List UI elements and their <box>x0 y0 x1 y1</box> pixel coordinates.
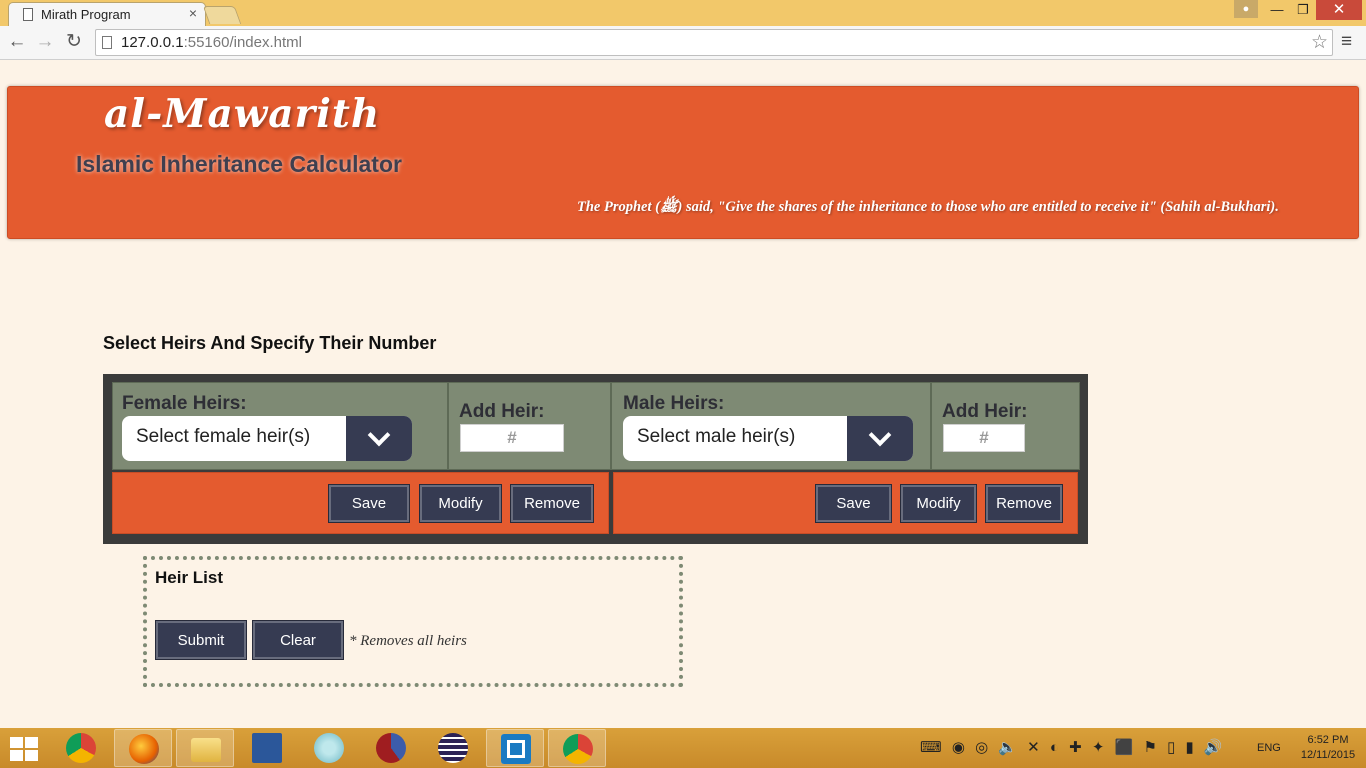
female-remove-button[interactable]: Remove <box>510 484 594 523</box>
male-actions-row: Save Modify Remove <box>613 472 1078 534</box>
male-heirs-label: Male Heirs: <box>623 393 725 414</box>
section-title: Select Heirs And Specify Their Number <box>103 333 437 353</box>
heir-list-box: Heir List Submit Clear * Removes all hei… <box>143 556 683 687</box>
language-indicator[interactable]: ENG <box>1257 742 1281 754</box>
bookmark-star-icon[interactable]: ☆ <box>1311 31 1328 54</box>
browser-titlebar: Mirath Program × ● — ❐ ✕ <box>0 0 1366 26</box>
taskbar-chrome-icon[interactable] <box>52 729 110 767</box>
female-add-heir-label: Add Heir: <box>459 401 545 422</box>
heir-list-title: Heir List <box>155 568 224 587</box>
male-select-toggle[interactable] <box>847 416 913 461</box>
close-window-icon[interactable]: ✕ <box>1316 0 1362 20</box>
submit-button[interactable]: Submit <box>155 620 247 660</box>
address-bar[interactable]: 127.0.0.1:55160/index.html ☆ <box>95 29 1333 56</box>
taskbar-firefox-icon[interactable] <box>114 729 172 767</box>
taskbar-racket-icon[interactable] <box>362 729 420 767</box>
hadith-quote: The Prophet (ﷺ) said, "Give the shares o… <box>577 199 1279 215</box>
female-heir-select[interactable]: Select female heir(s) <box>122 416 412 461</box>
menu-icon[interactable]: ≡ <box>1341 31 1352 53</box>
male-heir-select[interactable]: Select male heir(s) <box>623 416 913 461</box>
windows-taskbar: ⌨ ◉ ◎ 🔈 ✕ ◐ ✚ ✦ ⬛ ⚑ ▯ ▮ 🔊 ENG 6:52 PM 12… <box>0 728 1366 768</box>
browser-toolbar: ← → ↻ 127.0.0.1:55160/index.html ☆ ≡ <box>0 26 1366 60</box>
clear-button[interactable]: Clear <box>252 620 344 660</box>
male-remove-button[interactable]: Remove <box>985 484 1063 523</box>
taskbar-chrome-active-icon[interactable] <box>548 729 606 767</box>
male-add-heir-label: Add Heir: <box>942 401 1028 422</box>
male-heirs-cell: Male Heirs: Select male heir(s) <box>611 382 931 470</box>
system-clock[interactable]: 6:52 PM 12/11/2015 <box>1296 733 1360 763</box>
female-add-heir-cell: Add Heir: # <box>448 382 611 470</box>
page-icon <box>102 36 112 49</box>
taskbar-word-icon[interactable] <box>238 729 296 767</box>
chevron-down-icon <box>868 423 892 446</box>
female-heir-count-input[interactable]: # <box>460 424 564 452</box>
maximize-icon[interactable]: ❐ <box>1290 0 1316 20</box>
male-select-value: Select male heir(s) <box>637 426 796 447</box>
taskbar-explorer-icon[interactable] <box>176 729 234 767</box>
url-text[interactable]: 127.0.0.1:55160/index.html <box>121 34 302 51</box>
taskbar-atom-icon[interactable] <box>300 729 358 767</box>
reload-icon[interactable]: ↻ <box>62 30 86 54</box>
brand-logo: al-Mawarith <box>104 91 381 137</box>
page-subtitle: Islamic Inheritance Calculator <box>76 151 402 177</box>
male-add-heir-cell: Add Heir: # <box>931 382 1080 470</box>
browser-tab[interactable]: Mirath Program × <box>8 2 206 26</box>
female-heirs-label: Female Heirs: <box>122 393 247 414</box>
windows-start-icon[interactable] <box>10 737 38 761</box>
tab-title: Mirath Program <box>41 7 131 22</box>
male-modify-button[interactable]: Modify <box>900 484 977 523</box>
female-select-value: Select female heir(s) <box>136 426 311 447</box>
minimize-icon[interactable]: — <box>1264 0 1290 20</box>
heir-selection-panel: Female Heirs: Select female heir(s) Add … <box>103 374 1088 544</box>
female-actions-row: Save Modify Remove <box>112 472 609 534</box>
male-heir-count-input[interactable]: # <box>943 424 1025 452</box>
female-modify-button[interactable]: Modify <box>419 484 502 523</box>
tab-close-icon[interactable]: × <box>189 5 197 21</box>
new-tab-button[interactable] <box>202 6 242 24</box>
taskbar-eclipse-icon[interactable] <box>424 729 482 767</box>
system-tray-icons[interactable]: ⌨ ◉ ◎ 🔈 ✕ ◐ ✚ ✦ ⬛ ⚑ ▯ ▮ 🔊 <box>920 738 1226 756</box>
header-banner: al-Mawarith Islamic Inheritance Calculat… <box>7 86 1359 239</box>
back-arrow-icon[interactable]: ← <box>5 30 29 54</box>
chevron-down-icon <box>367 423 391 446</box>
taskbar-brackets-icon[interactable] <box>486 729 544 767</box>
female-heirs-cell: Female Heirs: Select female heir(s) <box>112 382 448 470</box>
female-select-toggle[interactable] <box>346 416 412 461</box>
male-save-button[interactable]: Save <box>815 484 892 523</box>
clear-note: * Removes all heirs <box>349 633 467 649</box>
page-icon <box>23 8 33 21</box>
forward-arrow-icon[interactable]: → <box>33 30 57 54</box>
female-save-button[interactable]: Save <box>328 484 410 523</box>
user-icon[interactable]: ● <box>1234 0 1258 18</box>
